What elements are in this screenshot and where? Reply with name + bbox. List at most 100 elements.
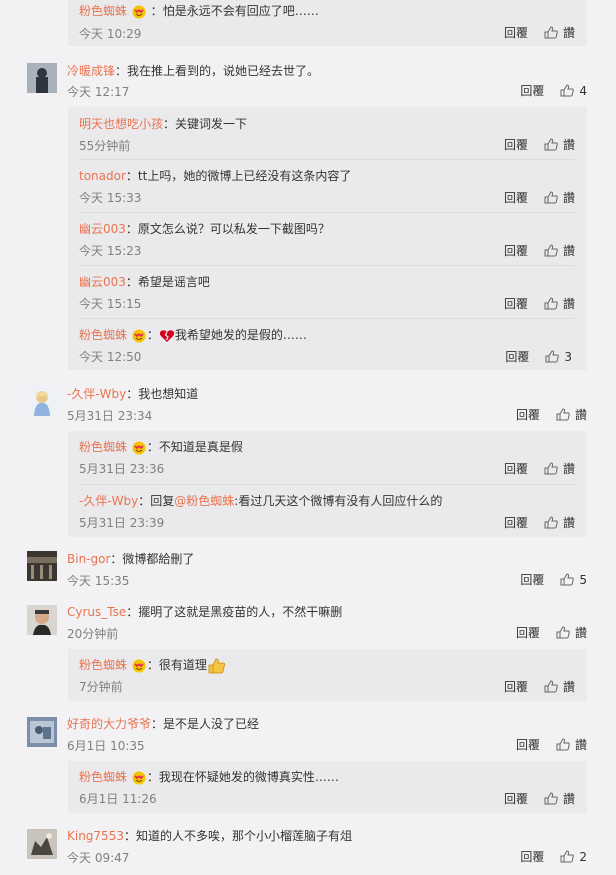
thumb-up-icon[interactable] [560,573,575,586]
like-count[interactable]: 讚 [563,136,575,153]
comment-time: 6月1日 11:26 [79,792,157,806]
thumb-up-icon[interactable] [544,792,558,805]
thumb-up-icon[interactable] [560,84,575,97]
reply-button[interactable]: 回覆 [504,189,528,206]
thumb-up-icon[interactable] [544,680,558,693]
username-link[interactable]: -久伴-Wby [79,494,138,508]
like-count[interactable]: 4 [579,84,587,98]
reply-button[interactable]: 回覆 [504,242,528,259]
thumb-up-icon[interactable] [544,462,558,475]
comment-text: :看过几天这个微博有没有人回应什么的 [234,494,443,508]
thumb-up-icon[interactable] [556,408,570,421]
comment-text: 很有道理 [158,658,207,672]
username-link[interactable]: 明天也想吃小孩 [79,117,163,131]
like-count[interactable]: 讚 [563,678,575,695]
avatar[interactable] [27,63,57,93]
like-count[interactable]: 讚 [563,189,575,206]
comment-time: 6月1日 10:35 [67,739,145,753]
like-count[interactable]: 讚 [563,460,575,477]
like-count[interactable]: 讚 [575,736,587,753]
comment-time: 今天 15:23 [79,244,142,258]
thumb-up-icon[interactable] [556,626,570,639]
comment-time: 5月31日 23:34 [67,409,153,423]
like-count[interactable]: 3 [564,350,572,364]
username-link[interactable]: 粉色蜘蛛 [79,658,127,672]
comment-text: tt上吗，她的微博上已经没有这条内容了 [137,169,352,183]
thumb-up-icon[interactable] [544,297,558,310]
username-link[interactable]: tonador [79,169,126,183]
comment-time: 5月31日 23:36 [79,462,165,476]
like-count[interactable]: 讚 [575,624,587,641]
username-link[interactable]: 粉色蜘蛛 [79,770,127,784]
comment-line: 冷暖成锋：我在推上看到的，说她已经去世了。 [67,64,320,78]
avatar[interactable] [27,829,57,859]
username-link[interactable]: 冷暖成锋 [67,64,115,78]
username-link[interactable]: 粉色蜘蛛 [79,4,127,18]
emoji-heart-eyes-icon [131,5,147,19]
reply-button[interactable]: 回覆 [504,295,528,312]
thumb-up-icon[interactable] [556,738,570,751]
reply-button[interactable]: 回覆 [504,790,528,807]
thumb-up-icon[interactable] [544,516,558,529]
username-link[interactable]: 粉色蜘蛛 [79,440,127,454]
avatar[interactable] [27,551,57,581]
comment-time: 5月31日 23:39 [79,516,165,530]
like-count[interactable]: 讚 [575,406,587,423]
comment-text: 希望是谣言吧 [137,275,210,289]
sub-comment: 粉色蜘蛛 ：我现在怀疑她发的微博真实性…… 6月1日 11:26 回覆讚 [68,761,587,813]
comment-time: 今天 09:47 [67,851,130,865]
comment-time: 今天 12:17 [67,85,130,99]
sub-comment: 粉色蜘蛛 ：怕是永远不会有回应了吧…… 今天 10:29 回覆 讚 [68,0,587,46]
like-count[interactable]: 讚 [563,790,575,807]
emoji-heart-eyes-icon [131,771,147,785]
comment-text: 我现在怀疑她发的微博真实性…… [158,770,339,784]
username-link[interactable]: 粉色蜘蛛 [79,328,127,342]
comment-time: 今天 15:33 [79,191,142,205]
like-count[interactable]: 讚 [563,242,575,259]
thumb-up-icon[interactable] [544,26,558,39]
reply-prefix: 回复 [150,494,175,508]
username-link[interactable]: King7553 [67,829,124,843]
reply-button[interactable]: 回覆 [520,571,544,588]
reply-button[interactable]: 回覆 [516,736,540,753]
avatar[interactable] [27,605,57,635]
username-link[interactable]: Cyrus_Tse [67,605,126,619]
reply-button[interactable]: 回覆 [520,848,544,865]
reply-button[interactable]: 回覆 [504,678,528,695]
reply-button[interactable]: 回覆 [504,136,528,153]
like-count[interactable]: 2 [579,850,587,864]
thumb-up-icon[interactable] [560,850,575,863]
avatar[interactable] [27,717,57,747]
reply-button[interactable]: 回覆 [516,624,540,641]
thumb-up-icon[interactable] [544,244,558,257]
comment-text: 知道的人不多唉，那个小小榴莲脑子有俎 [135,829,352,843]
sub-comment: 粉色蜘蛛 ：很有道理 7分钟前 回覆讚 [68,649,587,701]
like-count[interactable]: 讚 [563,514,575,531]
like-count[interactable]: 讚 [563,24,575,41]
reply-button[interactable]: 回覆 [504,460,528,477]
comment-time: 今天 12:50 [79,350,142,364]
thumb-up-icon[interactable] [545,350,560,363]
username-link[interactable]: -久伴-Wby [67,387,126,401]
username-link[interactable]: 好奇的大力爷爷 [67,717,151,731]
comment-line: 粉色蜘蛛 ：怕是永远不会有回应了吧…… [79,4,319,19]
thumb-up-icon[interactable] [544,191,558,204]
avatar[interactable] [27,386,57,416]
username-link[interactable]: 幽云003 [79,222,126,236]
reply-button[interactable]: 回覆 [516,406,540,423]
username-link[interactable]: 幽云003 [79,275,126,289]
comment-line: Cyrus_Tse：擺明了这就是黑疫苗的人，不然干嘛删 [67,605,343,619]
reply-button[interactable]: 回覆 [504,24,528,41]
thumb-up-icon[interactable] [544,138,558,151]
comment-text: 原文怎么说？可以私发一下截图吗？ [137,222,330,236]
reply-button[interactable]: 回覆 [520,82,544,99]
sub-comment: 粉色蜘蛛 ：不知道是真是假 5月31日 23:36 回覆讚 [79,440,575,477]
username-link[interactable]: Bin-gor [67,552,110,566]
mention-link[interactable]: @粉色蜘蛛 [174,494,234,508]
reply-button[interactable]: 回覆 [504,514,528,531]
sub-comment: -久伴-Wby：回复@粉色蜘蛛:看过几天这个微博有没有人回应什么的 5月31日 … [79,494,575,531]
reply-button[interactable]: 回覆 [505,348,529,365]
like-count[interactable]: 5 [579,573,587,587]
comment-line: 好奇的大力爷爷：是不是人没了已经 [67,717,260,731]
like-count[interactable]: 讚 [563,295,575,312]
